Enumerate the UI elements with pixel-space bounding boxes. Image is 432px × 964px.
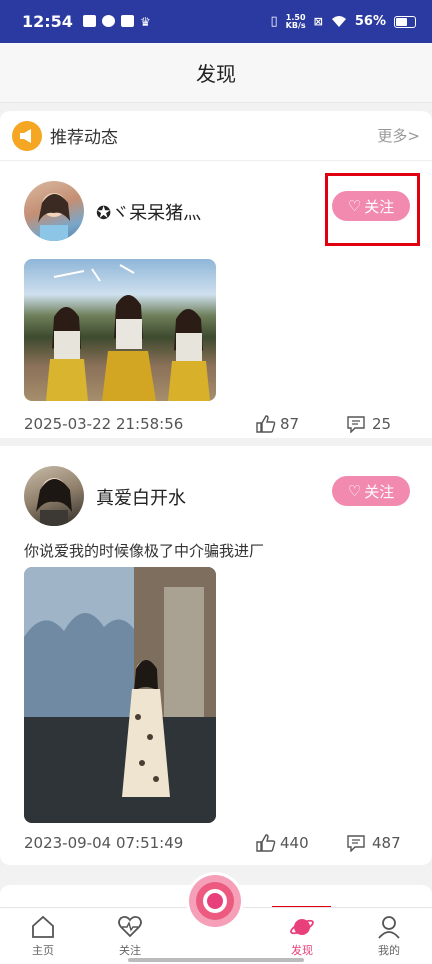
app-icon (101, 14, 115, 27)
avatar[interactable] (24, 466, 84, 526)
thumbs-up-icon (256, 415, 276, 433)
page-title-bar: 发现 (0, 43, 432, 103)
tab-mine[interactable]: 我的 (364, 914, 414, 964)
status-right: ▯ 1.50 KB/s ⊠ 56% (270, 12, 416, 30)
comment-icon (347, 835, 365, 852)
like-button[interactable]: 87 (256, 415, 299, 433)
post-photo[interactable] (24, 567, 216, 823)
home-icon (32, 915, 54, 938)
more-link[interactable]: 更多> (377, 125, 420, 146)
post-date: 2023-09-04 07:51:49 (24, 834, 184, 852)
planet-icon (290, 919, 314, 935)
heart-pulse-icon (118, 915, 142, 938)
comment-icon (347, 416, 365, 433)
post-text: 你说爱我的时候像极了中介骗我进厂 (24, 542, 265, 560)
heart-plus-icon: ♡ (347, 482, 362, 500)
recommend-title: 推荐动态 (50, 128, 118, 148)
comment-count: 487 (372, 834, 401, 852)
avatar[interactable] (24, 181, 84, 241)
status-time: 12:54 (22, 12, 73, 31)
center-camera-button[interactable] (186, 872, 244, 930)
vibrate-icon: ▯ (270, 14, 278, 29)
battery-icon (394, 15, 416, 28)
sim-off-icon: ⊠ (313, 15, 323, 28)
username[interactable]: 真爱白开水 (96, 484, 186, 510)
tab-discover[interactable]: 发现 (277, 914, 327, 964)
megaphone-icon (12, 120, 42, 151)
post-meta: 2023-09-04 07:51:49 440 487 (24, 834, 408, 854)
highlight-box (325, 173, 420, 246)
tab-home[interactable]: 主页 (18, 914, 68, 964)
wifi-icon (331, 16, 346, 27)
like-button[interactable]: 440 (256, 834, 309, 852)
network-speed: 1.50 KB/s (285, 12, 306, 30)
comment-button[interactable]: 25 (346, 415, 391, 433)
post-date: 2025-03-22 21:58:56 (24, 415, 184, 433)
like-count: 440 (280, 834, 309, 852)
page-title: 发现 (196, 62, 236, 86)
camera-lens-icon (189, 875, 241, 927)
notification-icons: ♛ (82, 14, 151, 29)
comment-button[interactable]: 487 (346, 834, 401, 852)
mail-icon (82, 14, 96, 27)
follow-button[interactable]: ♡ 关注 (332, 476, 410, 506)
username[interactable]: ✪ヾ呆呆猪灬 (96, 199, 201, 225)
user-icon (378, 916, 400, 939)
recommend-header: 推荐动态 更多> (0, 111, 432, 161)
thumbs-up-icon (256, 834, 276, 852)
home-indicator (128, 958, 304, 962)
post-photo[interactable] (24, 259, 216, 401)
status-bar: 12:54 ♛ ▯ 1.50 KB/s ⊠ 56% (0, 0, 432, 43)
post-item[interactable]: 真爱白开水 ♡ 关注 你说爱我的时候像极了中介骗我进厂 2023-09-04 0… (0, 454, 432, 865)
comment-count: 25 (372, 415, 392, 433)
crown-icon: ♛ (139, 14, 151, 29)
battery-text: 56% (354, 14, 386, 29)
like-count: 87 (280, 415, 300, 433)
post-meta: 2025-03-22 21:58:56 87 25 (24, 415, 408, 435)
tab-follow[interactable]: 关注 (105, 914, 155, 964)
app-icon (120, 14, 134, 27)
